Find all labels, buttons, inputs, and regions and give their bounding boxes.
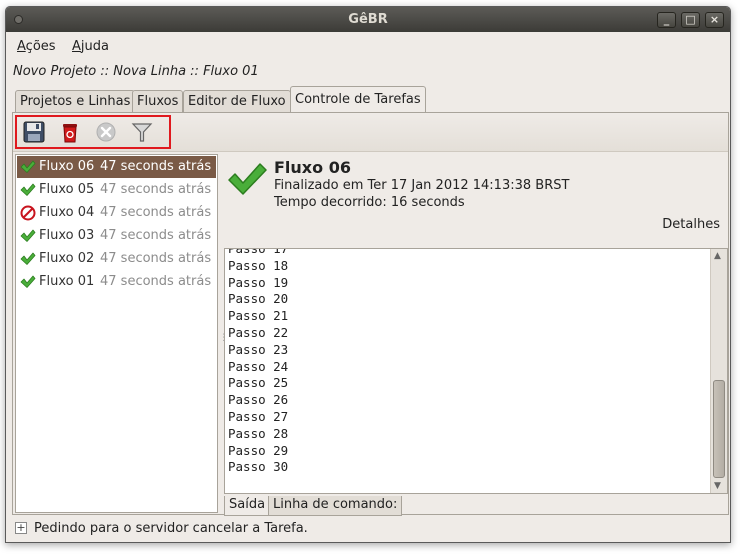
scroll-thumb[interactable] <box>713 380 725 478</box>
menu-help[interactable]: Ajuda <box>72 39 109 54</box>
tab-flows[interactable]: Fluxos <box>132 90 184 112</box>
job-elapsed-time: Tempo decorrido: 16 seconds <box>274 195 465 210</box>
output-scrollbar[interactable]: ▲ ▼ <box>710 249 727 493</box>
output-line: Passo 27 <box>228 408 289 424</box>
check-icon <box>20 251 36 267</box>
tab-flow-editor[interactable]: Editor de Fluxo <box>183 90 291 112</box>
job-name: Fluxo 05 <box>39 182 95 197</box>
job-row[interactable]: Fluxo 04 47 seconds atrás <box>17 202 216 224</box>
menu-actions[interactable]: Ações <box>17 39 56 54</box>
job-control-panel: Fluxo 06 47 seconds atrás Fluxo 05 47 secon… <box>12 112 729 516</box>
filter-icon <box>131 123 153 142</box>
output-line: Passo 24 <box>228 358 289 374</box>
tab-output[interactable]: Saída <box>224 496 271 516</box>
check-icon <box>20 274 36 290</box>
cancel-icon <box>96 122 116 142</box>
finished-check-icon <box>228 163 267 195</box>
output-line: Passo 30 <box>228 459 289 475</box>
expand-log-button[interactable]: + <box>15 522 27 534</box>
filter-button[interactable] <box>130 120 154 144</box>
status-bar: + Pedindo para o servidor cancelar a Tar… <box>12 519 729 539</box>
menu-bar: Ações Ajuda <box>6 34 730 58</box>
toolbar <box>13 113 728 152</box>
job-name: Fluxo 03 <box>39 228 95 243</box>
cancel-job-button[interactable] <box>94 120 118 144</box>
tab-projects-lines[interactable]: Projetos e Linhas <box>15 90 136 112</box>
job-time: 47 seconds atrás <box>100 182 212 197</box>
status-text: Pedindo para o servidor cancelar a Taref… <box>34 521 308 536</box>
main-window: GêBR _ □ × Ações Ajuda Novo Projeto :: N… <box>5 6 731 543</box>
details-expander[interactable]: Detalhes <box>662 217 720 232</box>
check-icon <box>20 182 36 198</box>
check-icon <box>20 159 36 175</box>
job-row[interactable]: Fluxo 03 47 seconds atrás <box>17 225 216 247</box>
tab-command-line[interactable]: Linha de comando: <box>268 496 403 516</box>
output-line: Passo 25 <box>228 375 289 391</box>
output-line: Passo 28 <box>228 425 289 441</box>
job-name: Fluxo 04 <box>39 205 95 220</box>
job-row[interactable]: Fluxo 02 47 seconds atrás <box>17 248 216 270</box>
save-button[interactable] <box>22 120 46 144</box>
job-time: 47 seconds atrás <box>100 274 212 289</box>
save-icon <box>23 121 45 143</box>
job-output[interactable]: Passo 17 Passo 18 Passo 19 Passo 20 Passo 21… <box>224 248 728 494</box>
scroll-up-icon[interactable]: ▲ <box>714 251 721 261</box>
job-detail-pane: Fluxo 06 Finalizado em Ter 17 Jan 2012 1… <box>223 154 728 516</box>
output-line: Passo 22 <box>228 324 289 340</box>
output-line: Passo 19 <box>228 274 289 290</box>
job-time: 47 seconds atrás <box>100 251 212 266</box>
job-name: Fluxo 02 <box>39 251 95 266</box>
tab-job-control[interactable]: Controle de Tarefas <box>290 86 426 113</box>
job-name: Fluxo 06 <box>39 159 95 174</box>
output-text: Passo 17 Passo 18 Passo 19 Passo 20 Passo 21… <box>228 248 289 476</box>
output-line: Passo 21 <box>228 308 289 324</box>
job-name: Fluxo 01 <box>39 274 95 289</box>
canceled-icon <box>20 205 36 221</box>
job-finished-time: Finalizado em Ter 17 Jan 2012 14:13:38 B… <box>274 178 570 193</box>
job-list: Fluxo 06 47 seconds atrás Fluxo 05 47 secon… <box>15 154 218 513</box>
window-title: GêBR <box>348 12 388 27</box>
job-title: Fluxo 06 <box>274 158 351 177</box>
delete-button[interactable] <box>58 120 82 144</box>
close-window-button[interactable]: × <box>705 12 724 28</box>
job-time: 47 seconds atrás <box>100 159 212 174</box>
output-line: Passo 20 <box>228 291 289 307</box>
job-time: 47 seconds atrás <box>100 228 212 243</box>
breadcrumb: Novo Projeto :: Nova Linha :: Fluxo 01 <box>13 64 259 79</box>
output-line: Passo 29 <box>228 442 289 458</box>
job-row[interactable]: Fluxo 06 47 seconds atrás <box>17 156 216 178</box>
maximize-button[interactable]: □ <box>681 12 700 28</box>
scroll-down-icon[interactable]: ▼ <box>714 481 721 491</box>
title-bar[interactable]: GêBR _ □ × <box>6 7 730 32</box>
output-line: Passo 18 <box>228 257 289 273</box>
job-row[interactable]: Fluxo 01 47 seconds atrás <box>17 271 216 293</box>
job-row[interactable]: Fluxo 05 47 seconds atrás <box>17 179 216 201</box>
check-icon <box>20 228 36 244</box>
output-line: Passo 26 <box>228 392 289 408</box>
trash-icon <box>63 124 77 143</box>
job-time: 47 seconds atrás <box>100 205 212 220</box>
job-header: Fluxo 06 Finalizado em Ter 17 Jan 2012 1… <box>223 154 728 246</box>
minimize-button[interactable]: _ <box>657 12 676 28</box>
output-line: Passo 17 <box>228 248 289 256</box>
output-line: Passo 23 <box>228 341 289 357</box>
